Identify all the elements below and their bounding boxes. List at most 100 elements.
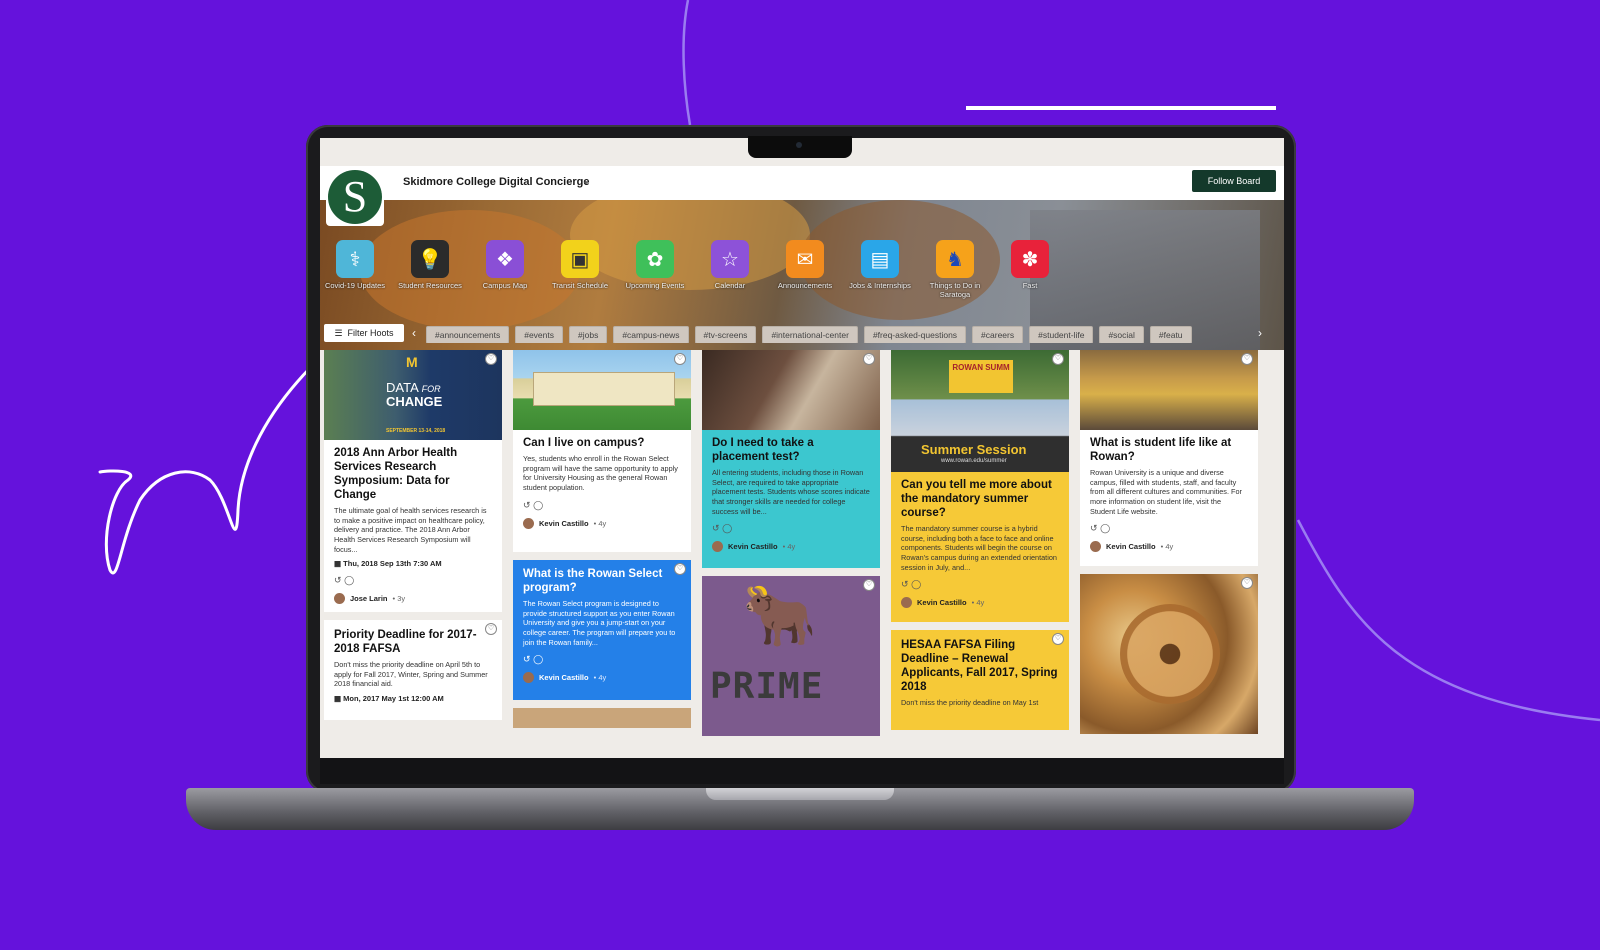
post-card[interactable]: M DATA FOR CHANGE SEPTEMBER 13-14, 2018 … <box>324 350 502 612</box>
comment-icon[interactable]: ◯ <box>344 575 354 585</box>
tag-campus-news[interactable]: #campus-news <box>613 326 689 343</box>
post-card[interactable]: ♡ Do I need to take a placement test? Al… <box>702 350 880 568</box>
author-name: Jose Larin <box>350 594 388 604</box>
post-text: The Rowan Select program is designed to … <box>523 599 676 647</box>
post-actions: ↺ ◯ <box>901 579 1059 590</box>
tag-freq-asked-questions[interactable]: #freq-asked-questions <box>863 326 967 343</box>
repost-icon[interactable]: ↺ <box>523 654 531 664</box>
app-fast[interactable]: ✽ Fast <box>995 240 1065 291</box>
heart-icon[interactable]: ♡ <box>1052 353 1064 365</box>
filter-icon: ☰ <box>334 327 343 338</box>
tag-announcements[interactable]: #announcements <box>426 326 510 343</box>
heart-icon[interactable]: ♡ <box>485 353 497 365</box>
comment-icon[interactable]: ◯ <box>533 654 543 664</box>
app-calendar[interactable]: ☆ Calendar <box>695 240 765 291</box>
heart-icon[interactable]: ♡ <box>1052 633 1064 645</box>
board-logo[interactable]: S <box>326 168 384 226</box>
chat-bubbles-icon: ✉ <box>786 240 824 278</box>
comment-icon[interactable]: ◯ <box>1100 523 1110 533</box>
tag-jobs[interactable]: #jobs <box>569 326 608 343</box>
tag-student-life[interactable]: #student-life <box>1029 326 1094 343</box>
repost-icon[interactable]: ↺ <box>334 575 342 585</box>
heart-icon[interactable]: ♡ <box>485 623 497 635</box>
follow-board-button[interactable]: Follow Board <box>1192 170 1276 192</box>
app-announcements[interactable]: ✉ Announcements <box>770 240 840 291</box>
repost-icon[interactable]: ↺ <box>712 523 720 533</box>
post-text: All entering students, including those i… <box>712 468 870 516</box>
heart-icon[interactable]: ♡ <box>863 579 875 591</box>
post-card[interactable]: ♡ <box>1080 574 1258 734</box>
filter-label: Filter Hoots <box>347 328 394 338</box>
app-label: Jobs & Internships <box>849 281 911 290</box>
document-icon: ▤ <box>861 240 899 278</box>
app-transit-schedule[interactable]: ▣ Transit Schedule <box>545 240 615 291</box>
app-upcoming-events[interactable]: ✿ Upcoming Events <box>620 240 690 291</box>
post-age: • 4y <box>1160 542 1174 552</box>
app-things-to-do[interactable]: ♞ Things to Do in Saratoga <box>920 240 990 299</box>
post-age: • 3y <box>392 594 406 604</box>
post-image: ♡ <box>702 350 880 430</box>
comment-icon[interactable]: ◯ <box>911 579 921 589</box>
post-author: Kevin Castillo • 4y <box>1090 541 1248 553</box>
app-covid-updates[interactable]: ⚕ Covid-19 Updates <box>320 240 390 291</box>
lightbulb-icon: 💡 <box>411 240 449 278</box>
tag-bar: #announcements #events #jobs #campus-news #t… <box>426 325 1252 343</box>
tag-social[interactable]: #social <box>1099 326 1144 343</box>
post-author: Kevin Castillo • 4y <box>523 517 681 529</box>
laptop-base <box>186 788 1414 830</box>
post-card[interactable]: ♡ What is student life like at Rowan? Ro… <box>1080 350 1258 566</box>
post-card[interactable]: ♡ Can I live on campus? Yes, students wh… <box>513 350 691 552</box>
laptop-chin <box>320 758 1284 784</box>
post-card[interactable]: ROWAN SUMM Summer Session www.rowan.edu/… <box>891 350 1069 622</box>
app-student-resources[interactable]: 💡 Student Resources <box>395 240 465 291</box>
tags-scroll-right-icon[interactable]: › <box>1254 324 1266 342</box>
tag-featured[interactable]: #featu <box>1149 326 1192 343</box>
heart-icon[interactable]: ♡ <box>674 353 686 365</box>
post-title: What is the Rowan Select program? <box>523 568 663 595</box>
post-title: Can you tell me more about the mandatory… <box>901 479 1052 520</box>
post-card[interactable]: ♡ What is the Rowan Select program? The … <box>513 560 691 700</box>
post-age-value: 4y <box>976 598 985 608</box>
michigan-logo-icon: M <box>406 354 418 370</box>
author-name: Kevin Castillo <box>917 598 967 608</box>
post-author: Kevin Castillo • 4y <box>901 597 1059 609</box>
app-label: Things to Do in Saratoga <box>929 281 981 299</box>
post-text: The mandatory summer course is a hybrid … <box>901 524 1057 572</box>
filter-hoots-button[interactable]: ☰ Filter Hoots <box>324 324 404 342</box>
tag-careers[interactable]: #careers <box>972 326 1024 343</box>
post-text: Don't miss the priority deadline on Apri… <box>334 660 488 689</box>
post-title: HESAA FAFSA Filing Deadline – Renewal Ap… <box>901 639 1058 694</box>
heart-icon[interactable]: ♡ <box>674 563 686 575</box>
repost-icon[interactable]: ↺ <box>1090 523 1098 533</box>
board-title[interactable]: Skidmore College Digital Concierge <box>403 176 589 188</box>
dorm-building <box>533 372 675 406</box>
yelp-icon: ✽ <box>1011 240 1049 278</box>
post-age-value: 4y <box>787 542 796 552</box>
app-jobs-internships[interactable]: ▤ Jobs & Internships <box>845 240 915 291</box>
repost-icon[interactable]: ↺ <box>523 500 531 510</box>
post-card[interactable]: ♡ Priority Deadline for 2017-2018 FAFSA … <box>324 620 502 720</box>
app-label: Calendar <box>714 281 746 290</box>
chevron-down-icon[interactable]: ⌄ <box>582 176 590 187</box>
post-card[interactable]: ♡ 🐂 PRIME <box>702 576 880 736</box>
heart-icon[interactable]: ♡ <box>863 353 875 365</box>
tag-international-center[interactable]: #international-center <box>762 326 858 343</box>
comment-icon[interactable]: ◯ <box>533 500 543 510</box>
author-name: Kevin Castillo <box>728 542 778 552</box>
heart-icon[interactable]: ♡ <box>1241 577 1253 589</box>
post-date: ▦ Thu, 2018 Sep 13th 7:30 AM <box>334 559 492 568</box>
post-actions: ↺ ◯ <box>334 575 492 586</box>
repost-icon[interactable]: ↺ <box>901 579 909 589</box>
post-image: ROWAN SUMM Summer Session www.rowan.edu/… <box>891 350 1069 472</box>
comment-icon[interactable]: ◯ <box>722 523 732 533</box>
tag-events[interactable]: #events <box>515 326 563 343</box>
tags-scroll-left-icon[interactable]: ‹ <box>408 324 420 342</box>
heart-icon[interactable]: ♡ <box>1241 353 1253 365</box>
tag-tv-screens[interactable]: #tv-screens <box>694 326 757 343</box>
post-card[interactable] <box>513 708 691 728</box>
post-card[interactable]: ♡ HESAA FAFSA Filing Deadline – Renewal … <box>891 630 1069 730</box>
app-campus-map[interactable]: ❖ Campus Map <box>470 240 540 291</box>
author-name: Kevin Castillo <box>539 518 589 528</box>
calendar-icon: ▦ <box>334 559 344 569</box>
post-age-value: 4y <box>598 673 607 683</box>
